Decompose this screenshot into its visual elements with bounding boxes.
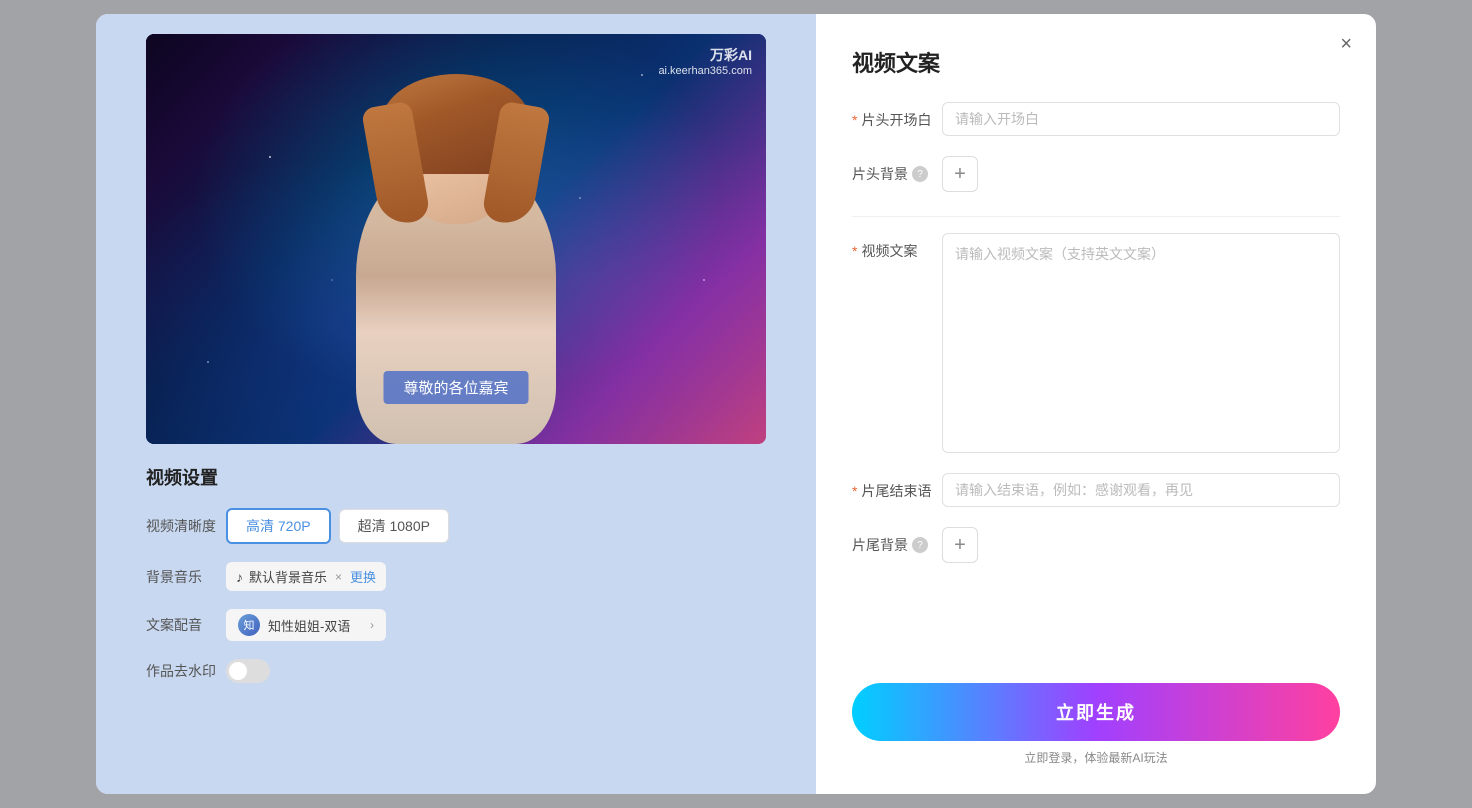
- login-hint-text: 立即登录，体验最新AI玩法: [1024, 751, 1167, 765]
- video-subtitle: 尊敬的各位嘉宾: [383, 371, 528, 404]
- left-panel: 尊敬的各位嘉宾 万彩AI ai.keerhan365.com 视频设置 视频清晰…: [96, 14, 816, 794]
- music-icon: ♪: [236, 569, 243, 585]
- footer-bg-row: 片尾背景 ? +: [852, 527, 1340, 563]
- voice-chevron-icon: ›: [370, 618, 374, 632]
- footer-bg-help-icon[interactable]: ?: [912, 537, 928, 553]
- ending-label: * 片尾结束语: [852, 473, 942, 501]
- opening-label: * 片头开场白: [852, 102, 942, 130]
- music-tag: ♪ 默认背景音乐 × 更换: [226, 562, 386, 591]
- quality-label: 视频清晰度: [146, 516, 226, 536]
- watermark-url: ai.keerhan365.com: [658, 64, 752, 78]
- quality-720p-button[interactable]: 高清 720P: [226, 508, 331, 544]
- ending-row: * 片尾结束语: [852, 473, 1340, 507]
- panel-title: 视频文案: [852, 46, 1340, 78]
- music-row: 背景音乐 ♪ 默认背景音乐 × 更换: [146, 562, 766, 591]
- quality-row: 视频清晰度 高清 720P 超清 1080P: [146, 508, 766, 544]
- video-preview: 尊敬的各位嘉宾 万彩AI ai.keerhan365.com: [146, 34, 766, 444]
- required-star-2: *: [852, 243, 857, 259]
- settings-title: 视频设置: [146, 464, 766, 490]
- header-bg-row: 片头背景 ? +: [852, 156, 1340, 192]
- voice-name: 知性姐姐-双语: [268, 616, 350, 635]
- voice-left: 知 知性姐姐-双语: [238, 614, 350, 636]
- watermark-toggle-label: 作品去水印: [146, 661, 226, 681]
- modal-overlay: 尊敬的各位嘉宾 万彩AI ai.keerhan365.com 视频设置 视频清晰…: [0, 0, 1472, 808]
- voice-selector[interactable]: 知 知性姐姐-双语 ›: [226, 609, 386, 641]
- watermark-toggle[interactable]: [226, 659, 270, 683]
- quality-1080p-button[interactable]: 超清 1080P: [339, 509, 449, 543]
- header-bg-label: 片头背景 ?: [852, 156, 942, 184]
- music-change-button[interactable]: 更换: [350, 567, 376, 586]
- close-button[interactable]: ×: [1340, 34, 1352, 54]
- footer-bg-label: 片尾背景 ?: [852, 527, 942, 555]
- required-star-1: *: [852, 112, 857, 128]
- script-label: * 视频文案: [852, 233, 942, 261]
- script-textarea[interactable]: [942, 233, 1340, 453]
- watermark-row: 作品去水印: [146, 659, 766, 683]
- divider: [852, 216, 1340, 217]
- settings-section: 视频设置 视频清晰度 高清 720P 超清 1080P 背景音乐 ♪ 默认背景音…: [146, 444, 766, 701]
- footer-bg-add-button[interactable]: +: [942, 527, 978, 563]
- voice-label: 文案配音: [146, 615, 226, 635]
- opening-input[interactable]: [942, 102, 1340, 136]
- watermark: 万彩AI ai.keerhan365.com: [658, 46, 752, 78]
- music-label: 背景音乐: [146, 567, 226, 587]
- header-bg-help-icon[interactable]: ?: [912, 166, 928, 182]
- opening-row: * 片头开场白: [852, 102, 1340, 136]
- required-star-3: *: [852, 483, 857, 499]
- ending-input[interactable]: [942, 473, 1340, 507]
- generate-button[interactable]: 立即生成: [852, 683, 1340, 741]
- header-bg-add-button[interactable]: +: [942, 156, 978, 192]
- login-hint: 立即登录，体验最新AI玩法: [852, 749, 1340, 766]
- watermark-logo: 万彩AI: [658, 46, 752, 64]
- music-close-button[interactable]: ×: [335, 570, 342, 584]
- script-row: * 视频文案: [852, 233, 1340, 453]
- modal-container: 尊敬的各位嘉宾 万彩AI ai.keerhan365.com 视频设置 视频清晰…: [96, 14, 1376, 794]
- voice-row: 文案配音 知 知性姐姐-双语 ›: [146, 609, 766, 641]
- voice-avatar-icon: 知: [238, 614, 260, 636]
- right-panel: × 视频文案 * 片头开场白 片头背景 ? +: [816, 14, 1376, 794]
- avatar-head: [401, 94, 511, 224]
- music-name: 默认背景音乐: [249, 567, 327, 586]
